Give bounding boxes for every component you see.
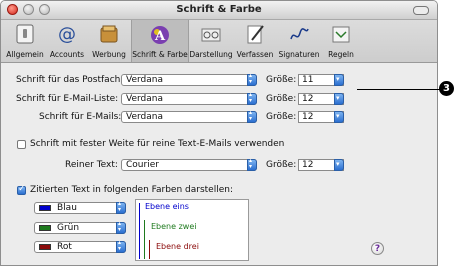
composing-icon: [247, 25, 264, 44]
tab-darstellung[interactable]: Darstellung: [189, 20, 233, 62]
fixed-width-label: Schrift mit fester Weite für reine Text-…: [30, 139, 285, 149]
callout-marker: 3: [439, 81, 454, 96]
quote-colors-checkbox[interactable]: [17, 184, 26, 195]
popup-arrows-icon: [116, 200, 126, 214]
quote-bar-level-2: [144, 220, 145, 259]
preferences-content: Schrift für das Postfach: Verdana Größe:…: [1, 63, 437, 265]
fonts-colors-icon: A: [151, 26, 169, 44]
message-font-value: Verdana: [126, 112, 163, 122]
mailbox-size-combobox[interactable]: 11: [298, 74, 344, 86]
quote-level-2-color-popup[interactable]: Grün: [34, 220, 126, 234]
chevron-down-icon[interactable]: [334, 159, 344, 171]
list-size-combobox[interactable]: 12: [298, 93, 344, 105]
message-size-combobox[interactable]: 12: [298, 111, 344, 123]
title-bar: Schrift & Farbe: [1, 1, 437, 20]
plain-size-combobox[interactable]: 12: [298, 159, 344, 171]
mailbox-size-value: 11: [302, 75, 314, 85]
tab-label: Werbung: [92, 50, 126, 59]
quote-level-3-color-name: Rot: [57, 242, 72, 252]
plain-size-value: 12: [302, 160, 314, 170]
tab-label: Schrift & Farbe: [132, 50, 188, 59]
window-title: Schrift & Farbe: [176, 4, 262, 15]
tab-accounts[interactable]: @ Accounts: [47, 20, 87, 62]
mailbox-font-popup[interactable]: Verdana: [121, 72, 257, 86]
chevron-down-icon[interactable]: [334, 74, 344, 86]
popup-arrows-icon: [247, 91, 257, 105]
quote-bar-level-1: [139, 203, 140, 259]
mailbox-size-label: Größe:: [266, 75, 297, 85]
tab-label: Verfassen: [236, 50, 274, 59]
quote-level-1-color-name: Blau: [57, 203, 77, 213]
color-swatch: [39, 225, 51, 231]
quote-colors-label: Zitierten Text in folgenden Farben darst…: [30, 185, 233, 195]
tab-label: Accounts: [49, 50, 85, 59]
plain-size-label: Größe:: [266, 160, 297, 170]
tab-allgemein[interactable]: Allgemein: [5, 20, 45, 62]
plain-text-label: Reiner Text:: [65, 160, 118, 170]
message-size-value: 12: [302, 112, 314, 122]
color-swatch: [39, 244, 51, 250]
at-icon: @: [58, 24, 76, 45]
list-size-label: Größe:: [266, 94, 297, 104]
help-button[interactable]: ?: [371, 242, 384, 255]
popup-arrows-icon: [247, 157, 257, 171]
popup-arrows-icon: [247, 72, 257, 86]
tab-regeln[interactable]: Regeln: [323, 20, 359, 62]
popup-arrows-icon: [116, 220, 126, 234]
switch-icon: [16, 24, 34, 44]
tab-werbung[interactable]: Werbung: [89, 20, 129, 62]
callout-line: [357, 89, 441, 90]
message-font-popup[interactable]: Verdana: [121, 109, 257, 123]
tab-label: Signaturen: [278, 50, 320, 59]
popup-arrows-icon: [247, 109, 257, 123]
plain-text-font-value: Courier: [126, 160, 159, 170]
quote-preview-level-1: Ebene eins: [145, 202, 189, 211]
rules-icon: [332, 26, 350, 43]
list-font-label: Schrift für E-Mail-Liste:: [16, 94, 119, 104]
quote-preview: Ebene eins Ebene zwei Ebene drei: [135, 199, 249, 261]
signature-icon: [290, 28, 309, 40]
svg-text:A: A: [154, 29, 166, 44]
quote-preview-level-2: Ebene zwei: [151, 222, 197, 231]
quote-level-2-color-name: Grün: [57, 223, 80, 233]
chevron-down-icon[interactable]: [334, 93, 344, 105]
tab-verfassen[interactable]: Verfassen: [235, 20, 275, 62]
tab-schrift-farbe[interactable]: A Schrift & Farbe: [131, 20, 189, 62]
plain-text-font-popup[interactable]: Courier: [121, 157, 257, 171]
junk-mail-icon: [100, 25, 118, 43]
quote-bar-level-3: [149, 240, 150, 259]
list-font-popup[interactable]: Verdana: [121, 91, 257, 105]
chevron-down-icon[interactable]: [334, 111, 344, 123]
list-font-value: Verdana: [126, 94, 163, 104]
color-swatch: [39, 205, 51, 211]
tab-label: Regeln: [328, 50, 354, 59]
tab-label: Allgemein: [6, 50, 44, 59]
preferences-toolbar: Allgemein @ Accounts Werbung A Schrift &…: [1, 20, 437, 63]
svg-text:@: @: [58, 24, 76, 45]
viewing-icon: [201, 28, 221, 42]
preferences-window: Schrift & Farbe Allgemein @ Accounts Wer…: [0, 0, 438, 266]
tab-signaturen[interactable]: Signaturen: [277, 20, 321, 62]
message-font-label: Schrift für E-Mails:: [39, 112, 122, 122]
quote-level-3-color-popup[interactable]: Rot: [34, 239, 126, 253]
quote-level-1-color-popup[interactable]: Blau: [34, 200, 126, 214]
mailbox-font-label: Schrift für das Postfach:: [16, 75, 124, 85]
fixed-width-checkbox[interactable]: [17, 140, 26, 149]
quote-preview-level-3: Ebene drei: [156, 242, 199, 251]
tab-label: Darstellung: [189, 50, 233, 59]
list-size-value: 12: [302, 94, 314, 104]
message-size-label: Größe:: [266, 112, 297, 122]
toolbar-toggle-button[interactable]: [413, 6, 429, 15]
popup-arrows-icon: [116, 239, 126, 253]
mailbox-font-value: Verdana: [126, 75, 163, 85]
